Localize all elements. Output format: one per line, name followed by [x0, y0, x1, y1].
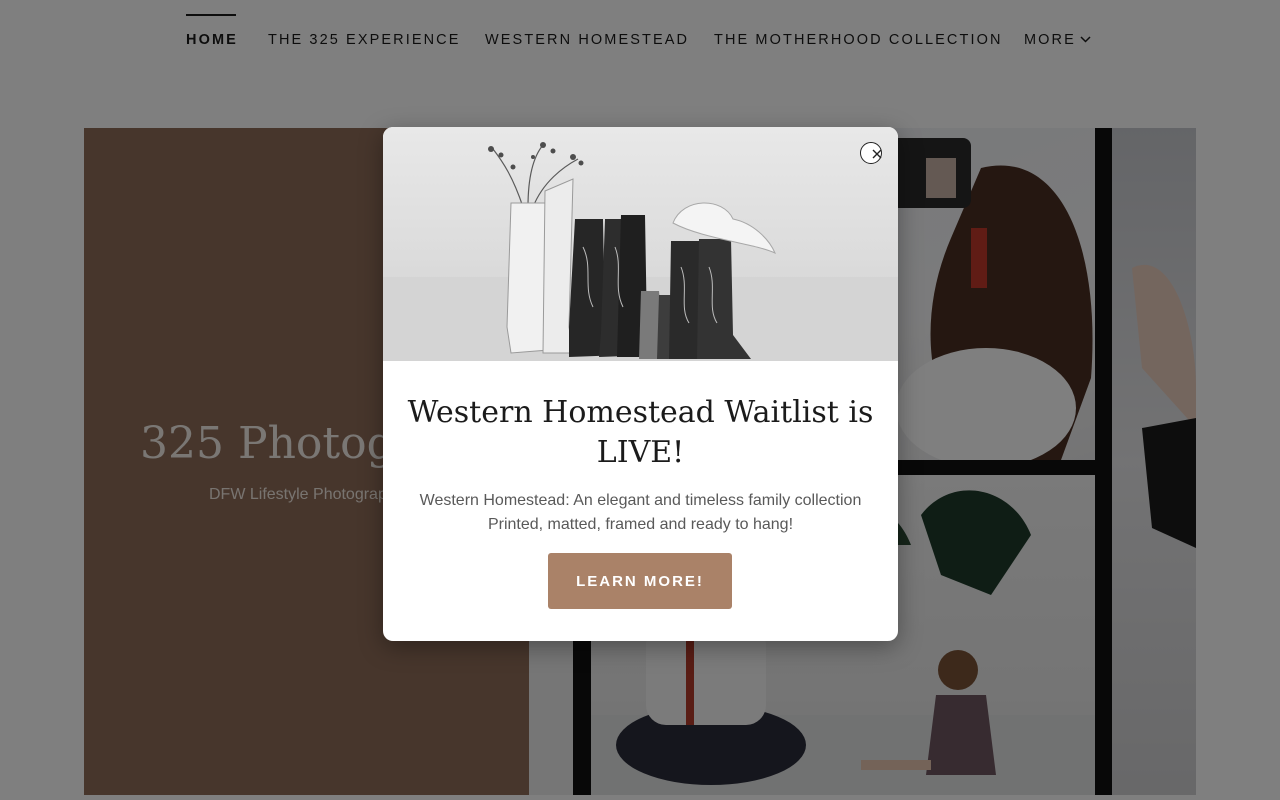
close-icon — [872, 149, 882, 159]
close-popup-button[interactable] — [860, 142, 882, 164]
popup-description-line-1: Western Homestead: An elegant and timele… — [419, 492, 862, 509]
popup-description-line-2: Printed, matted, framed and ready to han… — [487, 516, 794, 533]
popup-title: Western Homestead Waitlist is LIVE! — [407, 395, 874, 470]
cowboy-boots-illustration — [383, 142, 898, 361]
waitlist-popup: Western Homestead Waitlist is LIVE! West… — [383, 127, 898, 641]
cowboy-boots-photo — [383, 127, 898, 361]
popup-description: Western Homestead: An elegant and timele… — [403, 489, 878, 537]
learn-more-button[interactable]: LEARN MORE! — [548, 553, 732, 609]
